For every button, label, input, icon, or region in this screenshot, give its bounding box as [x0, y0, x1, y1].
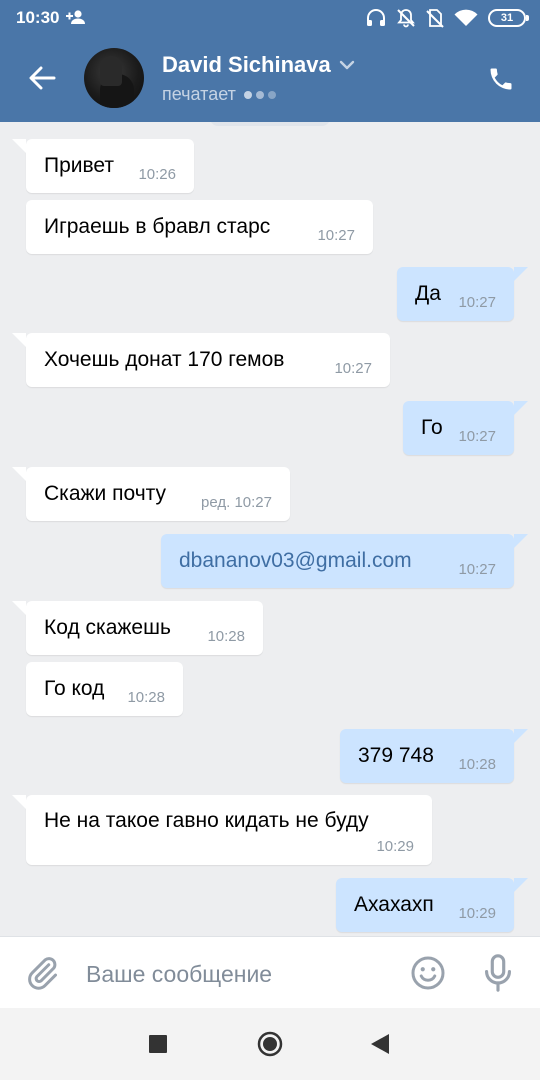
battery-level: 31 — [500, 12, 514, 24]
message-time: 10:28 — [127, 689, 165, 706]
message-text: Привет — [44, 154, 115, 177]
no-sim-icon — [426, 9, 444, 28]
message-text: Код скажешь — [44, 616, 171, 639]
message-text: Го код — [44, 677, 105, 700]
wifi-icon — [454, 9, 478, 26]
microphone-icon[interactable] — [482, 953, 514, 993]
message-time: 10:29 — [458, 905, 496, 922]
paperclip-icon[interactable] — [24, 955, 60, 991]
message-bubble[interactable]: Ахахахп 10:29 — [336, 878, 528, 932]
message-text: Играешь в бравл старс — [44, 215, 271, 238]
recents-button[interactable] — [146, 1032, 170, 1056]
emoji-icon[interactable] — [410, 955, 446, 991]
message-bubble[interactable]: Код скажешь 10:28 — [12, 601, 263, 655]
message-bubble[interactable]: Го код 10:28 — [26, 662, 183, 716]
message-bubble[interactable]: 379 748 10:28 — [340, 729, 528, 783]
message-text: Го — [421, 416, 443, 439]
message-text: Хочешь донат 170 гемов — [44, 348, 285, 371]
message-time: 10:29 — [376, 838, 414, 855]
message-bubble[interactable]: Скажи почту ред. 10:27 — [12, 467, 290, 521]
message-text: Да — [415, 282, 441, 305]
message-time: ред. 10:27 — [201, 494, 272, 511]
arrow-left-icon — [29, 66, 56, 90]
message-text: Не на такое гавно кидать не буду — [44, 809, 369, 832]
contact-avatar[interactable] — [84, 48, 144, 108]
typing-indicator: печатает — [162, 84, 276, 105]
battery-indicator: 31 — [488, 9, 529, 27]
message-text: 379 748 — [358, 744, 434, 767]
home-button[interactable] — [257, 1031, 283, 1057]
message-time: 10:27 — [317, 227, 355, 244]
message-bubble[interactable]: Привет 10:26 — [12, 139, 194, 193]
message-composer: Ваше сообщение — [0, 936, 540, 1008]
message-bubble[interactable]: Да 10:27 — [397, 267, 528, 321]
typing-dots-icon — [243, 90, 276, 99]
message-bubble[interactable]: dbananov03@gmail.com 10:27 — [161, 534, 528, 588]
typing-status: печатает — [162, 84, 236, 104]
headphones-icon — [367, 9, 385, 26]
square-icon — [149, 1035, 167, 1053]
message-time: 10:27 — [458, 294, 496, 311]
message-time: 10:28 — [207, 628, 245, 645]
status-time: 10:30 — [16, 8, 60, 27]
message-list[interactable]: Привет 10:26 Играешь в бравл старс 10:27… — [0, 122, 540, 936]
contact-name[interactable]: David Sichinava — [162, 52, 331, 78]
message-time: 10:28 — [458, 756, 496, 773]
email-link[interactable]: dbananov03@gmail.com — [179, 549, 412, 573]
circle-icon — [257, 1031, 283, 1057]
contact-name-row[interactable]: David Sichinava — [162, 52, 355, 78]
call-button[interactable] — [484, 62, 518, 96]
message-text: Скажи почту — [44, 482, 166, 505]
message-time: 10:26 — [138, 166, 176, 183]
message-time: 10:27 — [458, 561, 496, 578]
chat-header: David Sichinava печатает — [0, 36, 540, 122]
system-navigation-bar — [0, 1008, 540, 1080]
message-bubble[interactable]: Го 10:27 — [403, 401, 528, 455]
back-button[interactable] — [24, 60, 60, 96]
back-nav-button[interactable] — [368, 1032, 392, 1056]
message-bubble[interactable]: Не на такое гавно кидать не буду 10:29 — [12, 795, 432, 865]
message-bubble[interactable]: Хочешь донат 170 гемов 10:27 — [12, 333, 390, 387]
message-text: Ахахахп — [354, 893, 434, 916]
message-bubble[interactable]: Играешь в бравл старс 10:27 — [26, 200, 373, 254]
status-bar: 10:30 31 — [0, 0, 540, 36]
phone-icon — [490, 68, 512, 90]
bell-off-icon — [397, 9, 415, 28]
message-input[interactable]: Ваше сообщение — [86, 961, 272, 988]
message-time: 10:27 — [334, 360, 372, 377]
person-add-icon — [66, 10, 85, 24]
date-separator — [210, 122, 330, 126]
message-time: 10:27 — [458, 428, 496, 445]
triangle-back-icon — [371, 1034, 389, 1054]
chevron-down-icon[interactable] — [339, 60, 355, 70]
